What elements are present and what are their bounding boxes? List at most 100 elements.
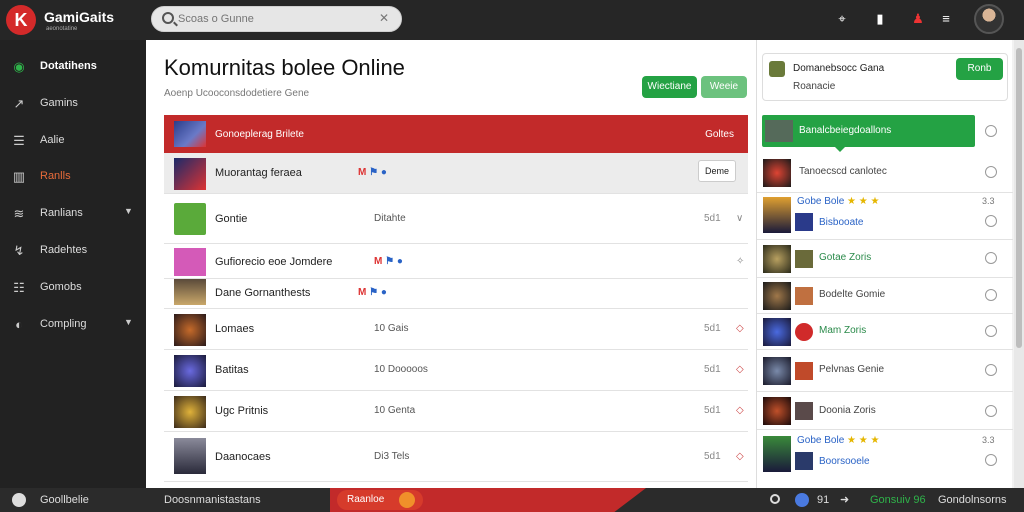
bottom-pill-button[interactable]: Raanloe (337, 490, 423, 510)
table-row[interactable]: Gufiorecio eoe Jomdere M ⚑ ● ✧ (164, 244, 748, 279)
sidebar-item-label: Dotatihens (40, 60, 97, 72)
row-meta: 10 Dooooos (374, 364, 428, 375)
item-title: Gobe Bole ★ ★ ★ (797, 435, 880, 446)
sidebar-item-gomobs[interactable]: ☷ Gomobs (0, 273, 146, 303)
table-header-title: Gonoeplerag Brilete (215, 129, 304, 140)
row-meta: 10 Gais (374, 323, 409, 334)
clear-search-icon[interactable]: ✕ (379, 11, 389, 25)
sidebar-item-aalie[interactable]: ☰ Aalie (0, 126, 146, 156)
arrow-icon[interactable]: ➜ (840, 493, 849, 506)
item-title: Mam Zoris (819, 325, 867, 336)
user-icon[interactable]: ♟ (910, 11, 926, 27)
table-row[interactable]: Batitas 10 Dooooos 5d1 ◇ (164, 350, 748, 391)
card-subtitle: Roanacie (793, 81, 836, 92)
table-row[interactable]: Muorantag feraea M ⚑ ● Deme (164, 153, 748, 194)
scrollbar[interactable] (1014, 40, 1024, 488)
pill-label: Raanloe (347, 494, 385, 505)
sidebar-item-games[interactable]: ↗ Gamins (0, 89, 146, 119)
bag-icon[interactable]: ▮ (872, 11, 888, 27)
sidebar-item-dashboard[interactable]: ◉ Dotatihens (0, 52, 146, 82)
card-button[interactable]: Ronb (956, 58, 1003, 80)
row-tags: M ⚑ ● (358, 287, 387, 298)
table-header-right[interactable]: Goltes (705, 129, 734, 140)
diamond-icon[interactable]: ◇ (736, 323, 744, 334)
list-item[interactable]: Gotae Zoris (757, 240, 1013, 278)
info-icon[interactable] (985, 454, 997, 466)
game-icon (769, 61, 785, 77)
item-title: Doonia Zoris (819, 405, 876, 416)
info-icon[interactable] (985, 289, 997, 301)
row-name: Lomaes (215, 323, 255, 335)
globe-icon[interactable] (795, 493, 809, 507)
list-item[interactable]: Bodelte Gomie (757, 278, 1013, 314)
info-icon[interactable] (985, 252, 997, 264)
info-icon[interactable] (985, 405, 997, 417)
sidebar-item-label: Radehtes (40, 244, 88, 256)
list-item[interactable]: Gobe Bole ★ ★ ★ Boorsooele 3.3 (757, 430, 1013, 476)
sidebar-item-compling[interactable]: ◐ Compling ▼ (0, 310, 146, 340)
chevron-down-icon[interactable]: ∨ (736, 213, 743, 224)
settings-icon[interactable] (770, 494, 780, 504)
bottom-left-label[interactable]: Goollbelie (40, 494, 89, 506)
primary-button[interactable]: Wiectiane (642, 76, 697, 98)
sidebar: ◉ Dotatihens ↗ Gamins ☰ Aalie ▥ Ranlls ≋… (0, 40, 146, 512)
row-tags: M ⚑ ● (358, 167, 387, 178)
notification-icon[interactable]: ≡ (938, 11, 954, 27)
info-icon[interactable] (985, 364, 997, 376)
user-status-icon[interactable] (12, 493, 26, 507)
brand-name: GamiGaits (44, 9, 115, 25)
table-row[interactable]: Daanocaes Di3 Tels 5d1 ◇ (164, 432, 748, 482)
row-meta: 10 Genta (374, 405, 416, 416)
game-thumbnail (174, 438, 206, 474)
item-title: Pelvnas Genie (819, 364, 885, 375)
game-thumbnail (174, 396, 206, 428)
info-icon[interactable] (985, 166, 997, 178)
game-thumbnail (174, 279, 206, 305)
demo-button[interactable]: Deme (698, 160, 736, 182)
chevron-icon[interactable]: ✧ (736, 256, 744, 267)
card-title: Domanebsocc Gana (793, 63, 885, 74)
table-row[interactable]: Gontie Ditahte 5d1 ∨ (164, 194, 748, 244)
diamond-icon[interactable]: ◇ (736, 364, 744, 375)
search-bar[interactable]: ✕ (151, 6, 402, 32)
close-panel-icon[interactable] (985, 125, 997, 137)
game-subicon (795, 452, 813, 470)
search-input[interactable] (178, 11, 368, 27)
sidebar-item-label: Aalie (40, 134, 65, 146)
sidebar-item-label: Gamins (40, 97, 78, 109)
item-title: Bodelte Gomie (819, 289, 886, 300)
brand-logo[interactable]: K (6, 5, 36, 35)
diamond-icon[interactable]: ◇ (736, 405, 744, 416)
bottom-count: 91 (817, 494, 830, 506)
game-thumbnail (763, 318, 791, 346)
recommendations-header: Banalcbeiegdoallons (762, 115, 975, 152)
sidebar-item-label: Ranlians (40, 207, 83, 219)
header-thumbnail (765, 120, 793, 142)
info-icon[interactable] (985, 215, 997, 227)
game-controller-icon[interactable]: ⌖ (834, 11, 850, 27)
table-row[interactable]: Ugc Pritnis 10 Genta 5d1 ◇ (164, 391, 748, 432)
table-row[interactable]: Dane Gornanthests M ⚑ ● (164, 279, 748, 309)
sidebar-item-ranlls[interactable]: ▥ Ranlls (0, 162, 146, 192)
list-item[interactable]: Doonia Zoris (757, 392, 1013, 430)
game-thumbnail (174, 314, 206, 346)
header-thumbnail (174, 121, 206, 147)
bottom-bar: Goollbelie Doosnmanistastans Raanloe 91 … (0, 488, 1024, 512)
chevron-down-icon: ▼ (124, 317, 133, 327)
list-item[interactable]: Pelvnas Genie (757, 350, 1013, 392)
info-icon[interactable] (985, 325, 997, 337)
row-name: Muorantag feraea (215, 167, 302, 179)
list-item[interactable]: Gobe Bole ★ ★ ★ Bisbooate 3.3 (757, 193, 1013, 240)
avatar[interactable] (974, 4, 1004, 34)
featured-card[interactable]: Domanebsocc Gana Roanacie Ronb (762, 53, 1008, 101)
game-thumbnail (174, 248, 206, 276)
diamond-icon[interactable]: ◇ (736, 451, 744, 462)
list-item[interactable]: Mam Zoris (757, 314, 1013, 350)
sidebar-item-ranlians[interactable]: ≋ Ranlians ▼ (0, 199, 146, 229)
bottom-right-label[interactable]: Gondolnsorns (938, 494, 1007, 506)
table-row[interactable]: Lomaes 10 Gais 5d1 ◇ (164, 309, 748, 350)
secondary-button[interactable]: Weeie (701, 76, 747, 98)
list-item[interactable]: Tanoecscd canlotec (757, 153, 1013, 193)
sidebar-item-radehtes[interactable]: ↯ Radehtes (0, 236, 146, 266)
scrollbar-thumb[interactable] (1016, 48, 1022, 348)
